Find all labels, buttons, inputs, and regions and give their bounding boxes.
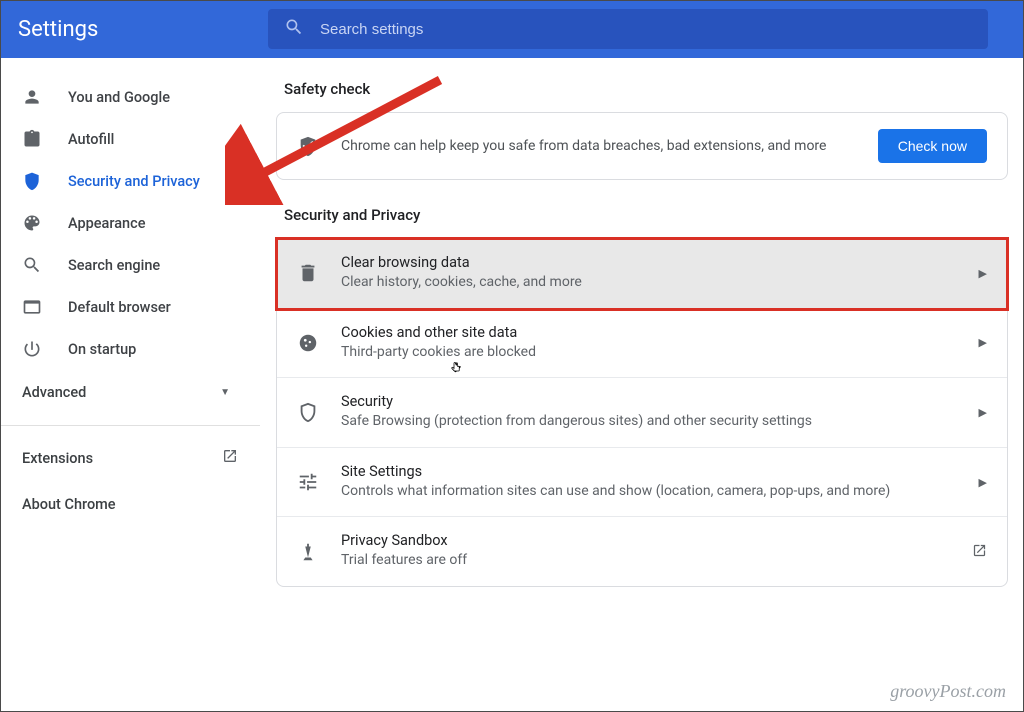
sidebar-item-label: You and Google <box>68 89 170 106</box>
row-title: Privacy Sandbox <box>341 532 962 549</box>
row-privacy-sandbox[interactable]: Privacy Sandbox Trial features are off <box>277 517 1007 586</box>
palette-icon <box>22 213 42 233</box>
check-now-button[interactable]: Check now <box>878 129 987 163</box>
chevron-right-icon: ▶ <box>979 267 987 280</box>
safety-check-card: Chrome can help keep you safe from data … <box>276 112 1008 180</box>
chevron-right-icon: ▶ <box>979 476 987 489</box>
search-icon <box>284 17 304 41</box>
row-title: Security <box>341 393 969 410</box>
sidebar-item-security-and-privacy[interactable]: Security and Privacy <box>0 160 254 202</box>
chevron-down-icon: ▼ <box>220 387 230 398</box>
external-link-icon <box>222 448 238 468</box>
security-privacy-heading: Security and Privacy <box>284 206 1008 224</box>
row-subtitle: Third-party cookies are blocked <box>341 343 969 363</box>
row-subtitle: Clear history, cookies, cache, and more <box>341 273 969 293</box>
row-title: Cookies and other site data <box>341 324 969 341</box>
shield-icon <box>22 171 42 191</box>
sidebar-item-label: Security and Privacy <box>68 173 200 190</box>
main-content: Safety check Chrome can help keep you sa… <box>260 58 1024 712</box>
row-subtitle: Trial features are off <box>341 551 962 571</box>
row-site-settings[interactable]: Site Settings Controls what information … <box>277 448 1007 518</box>
browser-icon <box>22 297 42 317</box>
safety-check-text: Chrome can help keep you safe from data … <box>341 136 878 157</box>
shield-outline-icon <box>297 401 319 423</box>
header-bar: Settings <box>0 0 1024 58</box>
verified-shield-icon <box>297 135 319 157</box>
chevron-right-icon: ▶ <box>979 406 987 419</box>
row-subtitle: Controls what information sites can use … <box>341 482 969 502</box>
sidebar-extensions[interactable]: Extensions <box>0 434 260 482</box>
page-title: Settings <box>18 17 268 42</box>
sidebar-item-default-browser[interactable]: Default browser <box>0 286 254 328</box>
sidebar-item-autofill[interactable]: Autofill <box>0 118 254 160</box>
flask-icon <box>297 541 319 563</box>
row-cookies[interactable]: Cookies and other site data Third-party … <box>277 309 1007 379</box>
search-input[interactable] <box>320 21 972 38</box>
sidebar-item-on-startup[interactable]: On startup <box>0 328 254 370</box>
divider <box>0 425 260 426</box>
clipboard-icon <box>22 129 42 149</box>
row-title: Site Settings <box>341 463 969 480</box>
sidebar-item-search-engine[interactable]: Search engine <box>0 244 254 286</box>
row-subtitle: Safe Browsing (protection from dangerous… <box>341 412 969 432</box>
sidebar-item-you-and-google[interactable]: You and Google <box>0 76 254 118</box>
row-title: Clear browsing data <box>341 254 969 271</box>
sidebar-item-label: Search engine <box>68 257 160 274</box>
security-privacy-list: Clear browsing data Clear history, cooki… <box>276 238 1008 587</box>
sidebar-about-chrome[interactable]: About Chrome <box>0 482 260 527</box>
search-settings-box[interactable] <box>268 9 988 49</box>
sidebar-item-label: Appearance <box>68 215 145 232</box>
trash-icon <box>297 262 319 284</box>
row-security[interactable]: Security Safe Browsing (protection from … <box>277 378 1007 448</box>
sidebar-item-label: On startup <box>68 341 136 358</box>
sidebar-item-label: Autofill <box>68 131 114 148</box>
sidebar-item-label: Default browser <box>68 299 171 316</box>
sidebar-item-appearance[interactable]: Appearance <box>0 202 254 244</box>
advanced-label: Advanced <box>22 384 86 401</box>
row-clear-browsing-data[interactable]: Clear browsing data Clear history, cooki… <box>277 239 1007 309</box>
search-icon <box>22 255 42 275</box>
sidebar-advanced-toggle[interactable]: Advanced ▼ <box>0 370 260 415</box>
safety-check-heading: Safety check <box>284 80 1008 98</box>
cookie-icon <box>297 332 319 354</box>
power-icon <box>22 339 42 359</box>
tune-icon <box>297 471 319 493</box>
about-label: About Chrome <box>22 496 116 513</box>
extensions-label: Extensions <box>22 450 93 467</box>
person-icon <box>22 87 42 107</box>
external-link-icon <box>972 543 987 561</box>
sidebar: You and Google Autofill Security and Pri… <box>0 58 260 712</box>
chevron-right-icon: ▶ <box>979 336 987 349</box>
